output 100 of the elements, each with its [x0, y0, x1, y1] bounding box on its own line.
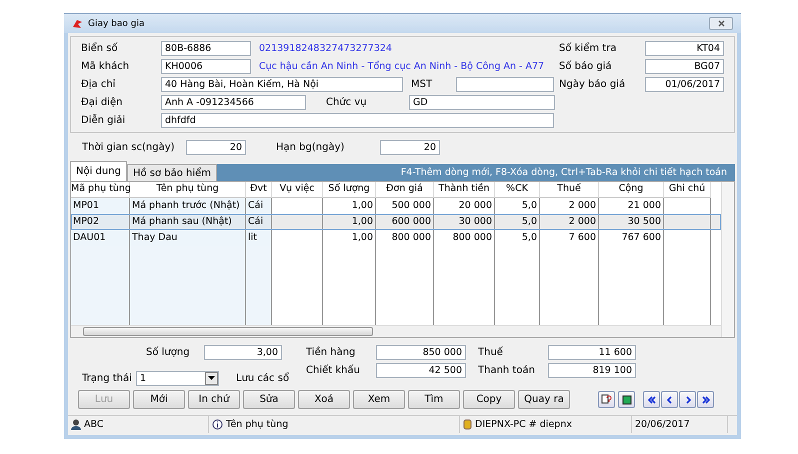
field-label: Hạn bg(ngày) [276, 142, 346, 152]
field-label: Đại diện [81, 96, 124, 108]
input-field[interactable]: BG07 [645, 58, 724, 74]
table-cell: 30 500 [599, 214, 664, 230]
table-row[interactable]: MP02 Má phanh sau (Nhật) Cái 1,00 600 000 30 000 5,0 2 000 30 500 [71, 214, 721, 230]
input-field[interactable]: 3,00 [204, 344, 282, 360]
nav-button[interactable] [661, 391, 678, 408]
status-text: ABC [84, 419, 104, 430]
table-cell: 2 000 [540, 214, 599, 230]
field-label: Mã khách [81, 60, 130, 72]
table-cell: MP01 [71, 198, 130, 214]
table-cell: Cái [246, 214, 272, 230]
help-icon [601, 394, 612, 405]
table-cell: lit [246, 230, 272, 246]
vertical-scrollbar[interactable] [721, 182, 734, 337]
table-cell: Thay Dau [130, 230, 246, 246]
dropdown-button[interactable] [205, 372, 218, 384]
table-cell: 5,0 [495, 214, 540, 230]
arrow-icon [700, 394, 710, 404]
action-button[interactable]: Xem [353, 390, 405, 409]
column-header[interactable]: Tên phụ tùng [130, 182, 246, 198]
input-field[interactable]: KH0006 [161, 58, 251, 74]
close-icon [718, 20, 724, 27]
field-label: Ngày báo giá [559, 78, 626, 90]
action-button[interactable]: In chứ [188, 390, 240, 409]
user-icon [71, 419, 81, 430]
field-label: Số báo giá [559, 60, 613, 72]
input-field[interactable]: KT04 [645, 40, 724, 56]
column-header[interactable]: Vụ việc [272, 182, 323, 198]
field-label: Thời gian sc(ngày) [82, 142, 176, 152]
column-header[interactable]: Ghi chú [664, 182, 711, 198]
field-label: Địa chỉ [81, 78, 116, 90]
hint-text: F4-Thêm dòng mới, F8-Xóa dòng, Ctrl+Tab-Ra khỏi chi tiết hạch toán [217, 164, 735, 181]
nav-button[interactable] [643, 391, 660, 408]
calculator-button[interactable] [618, 391, 635, 408]
info-text: 0213918248327473277324 [259, 42, 392, 54]
field-label: MST [411, 78, 434, 90]
dropdown-value: 1 [140, 372, 146, 384]
status-dropdown[interactable]: 1 [136, 370, 219, 386]
input-field[interactable]: 40 Hàng Bài, Hoàn Kiếm, Hà Nội [161, 76, 403, 92]
status-text: DIEPNX-PC # diepnx [475, 419, 572, 430]
tab[interactable]: Hồ sơ bảo hiểm [126, 164, 218, 181]
column-header[interactable]: Đvt [246, 182, 272, 198]
horizontal-scrollbar[interactable] [71, 325, 721, 337]
action-button[interactable]: Copy [463, 390, 515, 409]
arrow-icon [646, 394, 656, 404]
field-label: Tiền hàng [306, 346, 356, 358]
table-cell: Má phanh trước (Nhật) [130, 198, 246, 214]
table-cell: Má phanh sau (Nhật) [130, 214, 246, 230]
field-label: Chiết khấu [306, 364, 361, 376]
action-button[interactable]: Tìm [408, 390, 460, 409]
field-label: Trạng thái [82, 372, 133, 384]
status-text: Tên phụ tùng [226, 419, 288, 430]
column-header[interactable]: Thuế [540, 182, 599, 198]
status-text: 20/06/2017 [635, 419, 690, 430]
field-label: Thanh toán [478, 364, 536, 376]
field-label: Lưu các sổ [236, 372, 290, 384]
column-header[interactable]: %CK [495, 182, 540, 198]
input-field[interactable]: 20 [380, 140, 440, 154]
action-button[interactable]: Mới [133, 390, 185, 409]
column-header[interactable]: Số lượng [323, 182, 376, 198]
close-button[interactable] [709, 17, 733, 30]
action-button[interactable]: Xoá [298, 390, 350, 409]
column-header[interactable]: Đơn giá [376, 182, 434, 198]
field-label: Chức vụ [326, 96, 368, 108]
input-field[interactable]: 42 500 [376, 362, 466, 378]
input-field[interactable]: 01/06/2017 [645, 76, 724, 92]
column-header[interactable]: Thành tiền [434, 182, 495, 198]
nav-button[interactable] [679, 391, 696, 408]
input-field[interactable]: GD [409, 94, 555, 110]
database-icon [463, 419, 472, 430]
field-label: Số lượng [146, 346, 191, 358]
table-cell: DAU01 [71, 230, 130, 246]
action-button[interactable]: Quay ra [518, 390, 570, 409]
help-button[interactable] [598, 391, 615, 408]
table-cell: MP02 [71, 214, 130, 230]
input-field[interactable]: 819 100 [548, 362, 636, 378]
input-field[interactable]: dhfdfd [161, 112, 554, 128]
field-label: Thuế [478, 346, 504, 358]
tab[interactable]: Nội dung [70, 161, 127, 181]
input-field[interactable] [456, 76, 554, 92]
nav-button[interactable] [697, 391, 714, 408]
column-header[interactable]: Cộng [599, 182, 664, 198]
action-button[interactable]: Sửa [243, 390, 295, 409]
app-icon [72, 18, 83, 28]
input-field[interactable]: 20 [186, 140, 246, 154]
table-cell: 30 000 [434, 214, 495, 230]
field-label: Số kiểm tra [559, 42, 618, 54]
field-label: Biển số [81, 42, 119, 54]
table-cell: Cái [246, 198, 272, 214]
input-field[interactable]: 850 000 [376, 344, 466, 360]
input-field[interactable]: 11 600 [548, 344, 636, 360]
input-field[interactable]: 80B-6886 [161, 40, 251, 56]
column-header[interactable]: Mã phụ tùng [71, 182, 130, 198]
window-title: Giay bao gia [88, 18, 146, 28]
info-text: Cục hậu cần An Ninh - Tổng cục An Ninh - Bộ Công An - A77 [259, 60, 544, 72]
input-field[interactable]: Anh A -091234566 [161, 94, 306, 110]
caret-icon [208, 376, 215, 380]
table-cell: 600 000 [376, 214, 434, 230]
table-cell: 1,00 [323, 214, 376, 230]
